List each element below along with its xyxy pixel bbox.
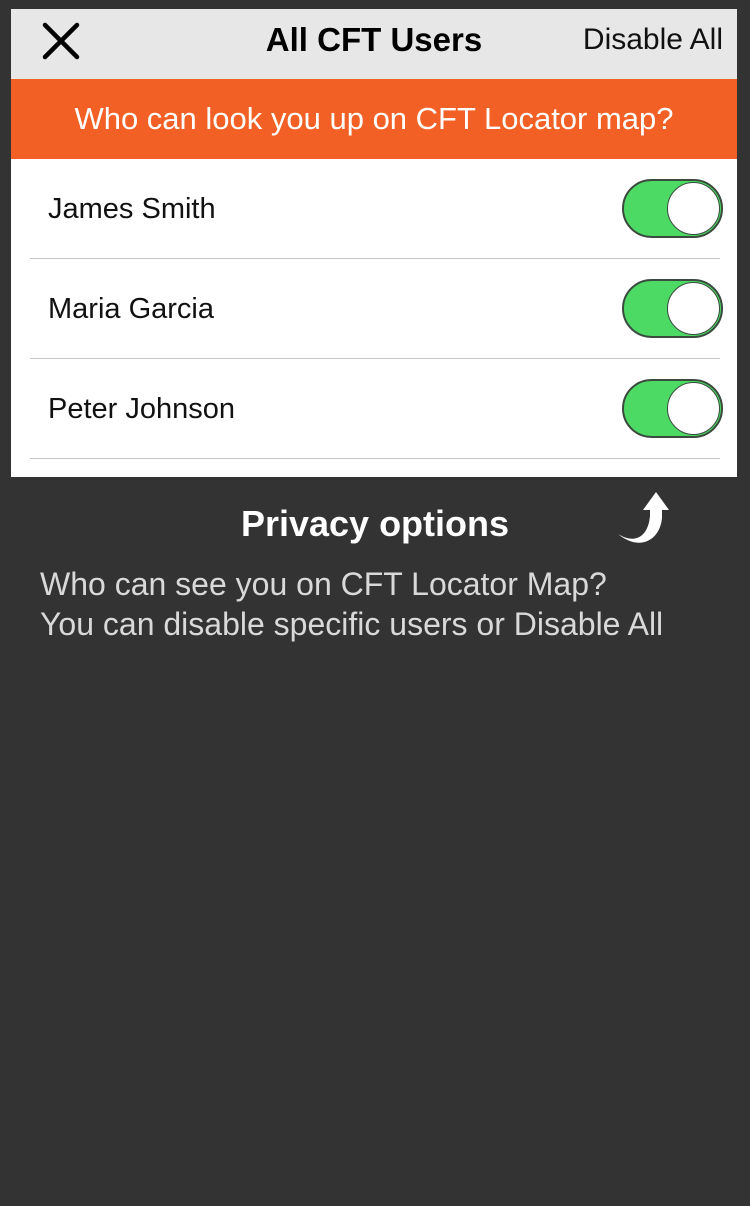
- toggle-knob: [667, 382, 720, 435]
- user-row: Peter Johnson: [11, 359, 737, 459]
- user-row: James Smith: [11, 159, 737, 259]
- user-name: Maria Garcia: [48, 293, 214, 325]
- toggle-knob: [667, 182, 720, 235]
- close-button[interactable]: [39, 19, 83, 63]
- user-name: Peter Johnson: [48, 393, 236, 425]
- user-list: James Smith Maria Garcia Peter Johnson: [11, 159, 737, 459]
- user-name: James Smith: [48, 193, 216, 225]
- lookup-banner: Who can look you up on CFT Locator map?: [11, 79, 737, 159]
- users-panel: All CFT Users Disable All Who can look y…: [11, 0, 737, 477]
- user-visibility-toggle[interactable]: [622, 279, 723, 338]
- description-line: Who can see you on CFT Locator Map?: [40, 566, 607, 602]
- disable-all-button[interactable]: Disable All: [583, 9, 723, 79]
- close-icon: [42, 22, 80, 60]
- user-visibility-toggle[interactable]: [622, 179, 723, 238]
- user-row: Maria Garcia: [11, 259, 737, 359]
- toggle-knob: [667, 282, 720, 335]
- description-line: You can disable specific users or Disabl…: [40, 606, 664, 642]
- user-visibility-toggle[interactable]: [622, 379, 723, 438]
- privacy-options-title: Privacy options: [240, 503, 510, 544]
- privacy-options-description: Who can see you on CFT Locator Map? You …: [40, 564, 740, 644]
- navigation-bar: All CFT Users Disable All: [11, 0, 737, 79]
